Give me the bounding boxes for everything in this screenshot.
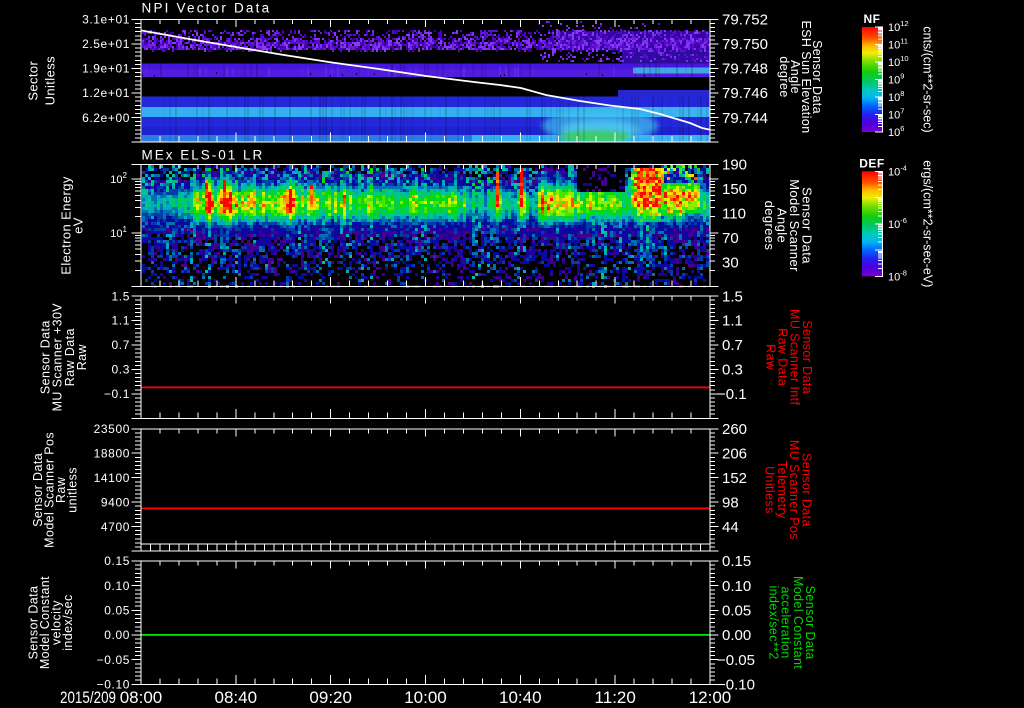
svg-text:10:00: 10:00 [404,688,447,707]
svg-text:206: 206 [722,445,747,462]
svg-text:12:00: 12:00 [689,688,732,707]
svg-text:14100: 14100 [94,471,130,485]
svg-text:152: 152 [722,470,747,487]
svg-text:−0.05: −0.05 [97,653,130,667]
svg-text:1.9e+01: 1.9e+01 [82,62,130,76]
svg-text:0.15: 0.15 [722,553,751,570]
svg-text:79.752: 79.752 [722,12,768,29]
svg-text:1.5: 1.5 [722,288,743,305]
svg-text:−0.1: −0.1 [104,387,130,401]
svg-text:79.750: 79.750 [722,36,768,53]
svg-text:0.10: 0.10 [104,579,130,593]
svg-text:0.3: 0.3 [112,363,130,377]
svg-text:Sensor DataModel Constantaccel: Sensor DataModel Constantaccelerationind… [766,576,817,669]
svg-text:MEx ELS-01 LR: MEx ELS-01 LR [142,148,265,163]
svg-text:44: 44 [722,519,739,536]
svg-text:1.2e+01: 1.2e+01 [82,86,130,100]
svg-text:08:00: 08:00 [120,688,163,707]
svg-text:0.00: 0.00 [722,627,751,644]
svg-text:98: 98 [722,494,739,511]
svg-text:2015/209: 2015/209 [60,688,116,707]
svg-text:0.10: 0.10 [722,578,751,595]
svg-text:23500: 23500 [94,422,130,436]
svg-text:cnts/(cm**2-sr-sec): cnts/(cm**2-sr-sec) [921,26,935,132]
svg-text:70: 70 [722,230,739,247]
svg-text:6.2e+00: 6.2e+00 [82,111,130,125]
svg-text:110: 110 [722,206,746,223]
svg-text:79.748: 79.748 [722,61,768,78]
svg-text:260: 260 [722,421,747,438]
svg-text:150: 150 [722,181,747,198]
svg-text:09:20: 09:20 [309,688,352,707]
svg-text:1.5: 1.5 [112,289,130,303]
svg-text:79.744: 79.744 [722,110,768,127]
svg-text:1.1: 1.1 [722,313,743,330]
svg-text:−0.1: −0.1 [717,386,747,403]
svg-text:0.00: 0.00 [104,628,130,642]
svg-text:ergs/(cm**2-sr-sec-eV): ergs/(cm**2-sr-sec-eV) [921,160,935,287]
svg-text:0.05: 0.05 [722,603,751,620]
svg-text:0.3: 0.3 [722,362,743,379]
svg-text:4700: 4700 [101,520,130,534]
svg-text:9400: 9400 [101,495,130,509]
svg-text:79.746: 79.746 [722,85,768,102]
svg-text:0.15: 0.15 [104,554,130,568]
svg-text:2.5e+01: 2.5e+01 [82,37,130,51]
svg-text:NF: NF [864,12,881,26]
svg-text:190: 190 [722,157,747,174]
svg-text:08:40: 08:40 [215,688,258,707]
svg-text:11:20: 11:20 [595,688,636,707]
svg-text:3.1e+01: 3.1e+01 [82,13,130,27]
svg-text:0.05: 0.05 [104,604,130,618]
svg-text:0.7: 0.7 [722,337,743,354]
svg-text:10:40: 10:40 [499,688,542,707]
svg-text:30: 30 [722,254,739,271]
svg-text:−0.05: −0.05 [717,652,755,669]
svg-text:0.7: 0.7 [112,338,130,352]
svg-text:NPI Vector Data: NPI Vector Data [142,1,272,16]
svg-text:18800: 18800 [94,446,130,460]
svg-text:DEF: DEF [859,156,885,170]
svg-text:1.1: 1.1 [112,314,130,328]
